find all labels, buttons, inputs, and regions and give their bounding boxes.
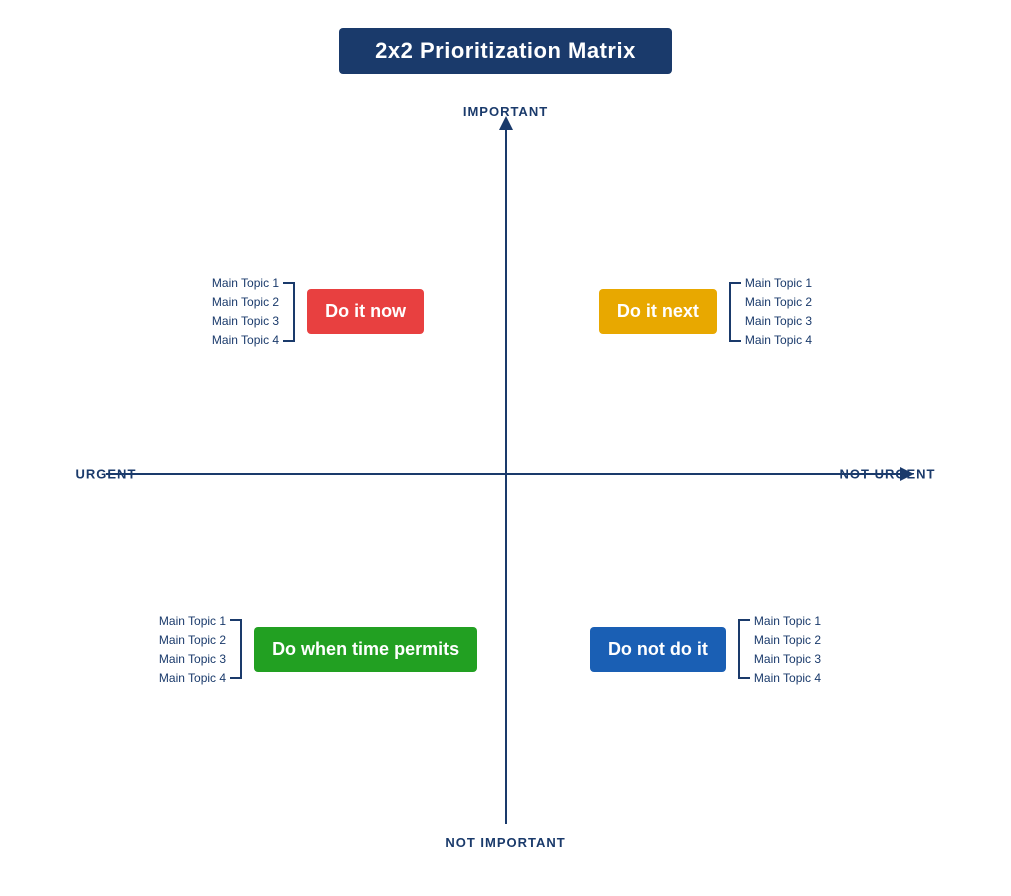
action-btn-do-it-next[interactable]: Do it next (599, 289, 717, 334)
topic-item: Main Topic 1 (754, 614, 821, 628)
bracket-br (738, 619, 750, 679)
topic-item: Main Topic 2 (745, 295, 812, 309)
topic-item: Main Topic 2 (754, 633, 821, 647)
topic-item: Main Topic 2 (212, 295, 279, 309)
topic-item: Main Topic 2 (159, 633, 226, 647)
topic-list-tl: Main Topic 1 Main Topic 2 Main Topic 3 Main… (212, 276, 279, 347)
quadrant-bottom-right: Do not do it Main Topic 1Main Topic 2Mai… (506, 474, 906, 824)
topic-list-tr: Main Topic 1 Main Topic 2 Main Topic 3 Main… (745, 276, 812, 347)
topic-list-br: Main Topic 1 Main Topic 2 Main Topic 3 Main… (754, 614, 821, 685)
bracket-tr (729, 282, 741, 342)
topic-list-wrapper-tl: Main Topic 1 Main Topic 2 Main Topic 3 Main… (212, 276, 295, 347)
quadrant-bottom-left-inner: Main Topic 1 Main Topic 2 Main Topic 3 Main… (159, 614, 477, 685)
bracket-bl (230, 619, 242, 679)
quadrant-bottom-left: Main Topic 1 Main Topic 2 Main Topic 3 Main… (131, 474, 506, 824)
topic-list-wrapper-tr: Main Topic 1 Main Topic 2 Main Topic 3 Main… (729, 276, 812, 347)
topic-list-wrapper-bl: Main Topic 1 Main Topic 2 Main Topic 3 Main… (159, 614, 242, 685)
quadrant-bottom-right-inner: Do not do it Main Topic 1Main Topic 2Mai… (590, 614, 821, 685)
quadrant-top-right: Do it next Main Topic 1Main Topic 2Main … (506, 149, 906, 474)
label-urgent: URGENT (76, 467, 137, 482)
action-btn-do-not-do-it[interactable]: Do not do it (590, 627, 726, 672)
topic-item: Main Topic 1 (212, 276, 279, 290)
topic-item: Main Topic 1 (745, 276, 812, 290)
topic-item: Main Topic 3 (745, 314, 812, 328)
quadrant-top-right-inner: Do it next Main Topic 1Main Topic 2Main … (599, 276, 812, 347)
quadrant-top-left-inner: Main Topic 1 Main Topic 2 Main Topic 3 Main… (212, 276, 424, 347)
topic-item: Main Topic 4 (754, 671, 821, 685)
topic-list-wrapper-br: Main Topic 1 Main Topic 2 Main Topic 3 Main… (738, 614, 821, 685)
topic-item: Main Topic 3 (754, 652, 821, 666)
bracket-tl (283, 282, 295, 342)
label-not-important: NOT IMPORTANT (445, 835, 565, 850)
topic-item: Main Topic 4 (212, 333, 279, 347)
topic-list-bl: Main Topic 1 Main Topic 2 Main Topic 3 Main… (159, 614, 226, 685)
topic-item: Main Topic 3 (212, 314, 279, 328)
action-btn-do-it-now[interactable]: Do it now (307, 289, 424, 334)
topic-item: Main Topic 3 (159, 652, 226, 666)
topic-item: Main Topic 1 (159, 614, 226, 628)
topic-item: Main Topic 4 (159, 671, 226, 685)
topic-item: Main Topic 4 (745, 333, 812, 347)
quadrant-top-left: Main Topic 1 Main Topic 2 Main Topic 3 Main… (131, 149, 506, 474)
matrix-container: IMPORTANT NOT IMPORTANT URGENT NOT URGEN… (76, 94, 936, 854)
page-title: 2x2 Prioritization Matrix (339, 28, 672, 74)
label-important: IMPORTANT (463, 104, 548, 119)
action-btn-do-when-time-permits[interactable]: Do when time permits (254, 627, 477, 672)
